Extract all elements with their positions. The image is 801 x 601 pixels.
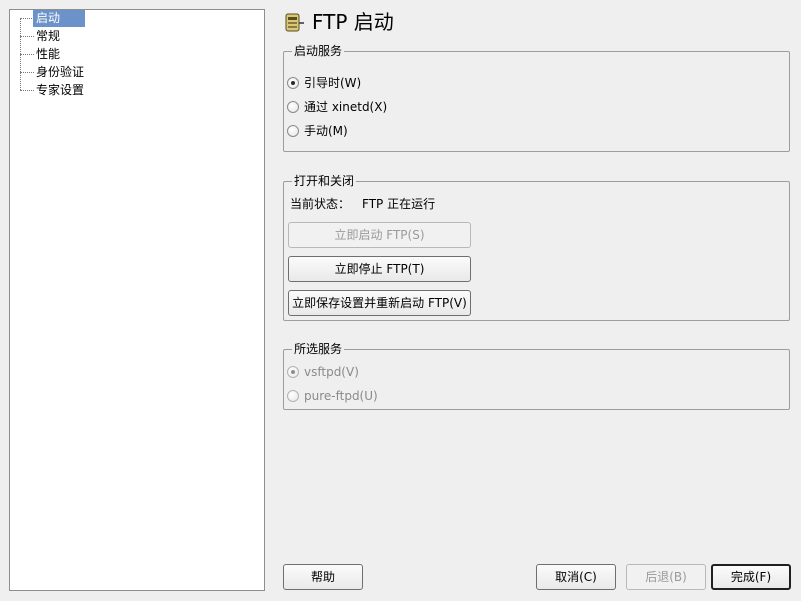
finish-button[interactable]: 完成(F) [711,564,791,590]
cancel-button[interactable]: 取消(C) [536,564,616,590]
radio-checked-icon [287,366,299,378]
radio-label: pure-ftpd(U) [304,389,378,403]
save-and-restart-button[interactable]: 立即保存设置并重新启动 FTP(V) [288,290,471,316]
tree-item-label: 性能 [36,47,61,61]
group-title: 所选服务 [292,341,345,357]
navigation-tree: 启动 常规 性能 身份验证 专家设置 [9,9,265,591]
status-label: 当前状态： [290,197,351,211]
radio-unchecked-icon [287,101,299,113]
tree-item-label: 常规 [36,29,61,43]
tree-guide [20,36,34,37]
tree-guide [20,18,34,19]
group-title: 打开和关闭 [292,173,357,189]
help-button[interactable]: 帮助 [283,564,363,590]
status-value: FTP 正在运行 [362,197,436,211]
back-button[interactable]: 后退(B) [626,564,706,590]
tree-guide [20,54,34,55]
radio-label: 通过 xinetd(X) [304,100,388,114]
radio-label: 手动(M) [304,124,348,138]
ftp-module-icon [285,13,305,33]
tree-guide [20,72,34,73]
radio-label: vsftpd(V) [304,365,359,379]
current-status: 当前状态： FTP 正在运行 [290,196,435,212]
tree-item-label: 身份验证 [36,65,85,79]
radio-unchecked-icon [287,125,299,137]
group-title: 启动服务 [292,43,345,59]
radio-checked-icon [287,77,299,89]
tree-item-label: 启动 [33,10,85,27]
selected-service-group: 所选服务 vsftpd(V) pure-ftpd(U) [283,341,790,410]
radio-unchecked-icon [287,390,299,402]
switch-on-off-group: 打开和关闭 当前状态： FTP 正在运行 立即启动 FTP(S) 立即停止 FTP… [283,173,790,321]
page-title: FTP 启动 [312,10,394,34]
start-ftp-button[interactable]: 立即启动 FTP(S) [288,222,471,248]
stop-ftp-button[interactable]: 立即停止 FTP(T) [288,256,471,282]
startup-group: 启动服务 引导时(W) 通过 xinetd(X) 手动(M) [283,43,790,152]
radio-label: 引导时(W) [304,76,362,90]
tree-guide [20,90,34,91]
tree-item-label: 专家设置 [36,83,85,97]
